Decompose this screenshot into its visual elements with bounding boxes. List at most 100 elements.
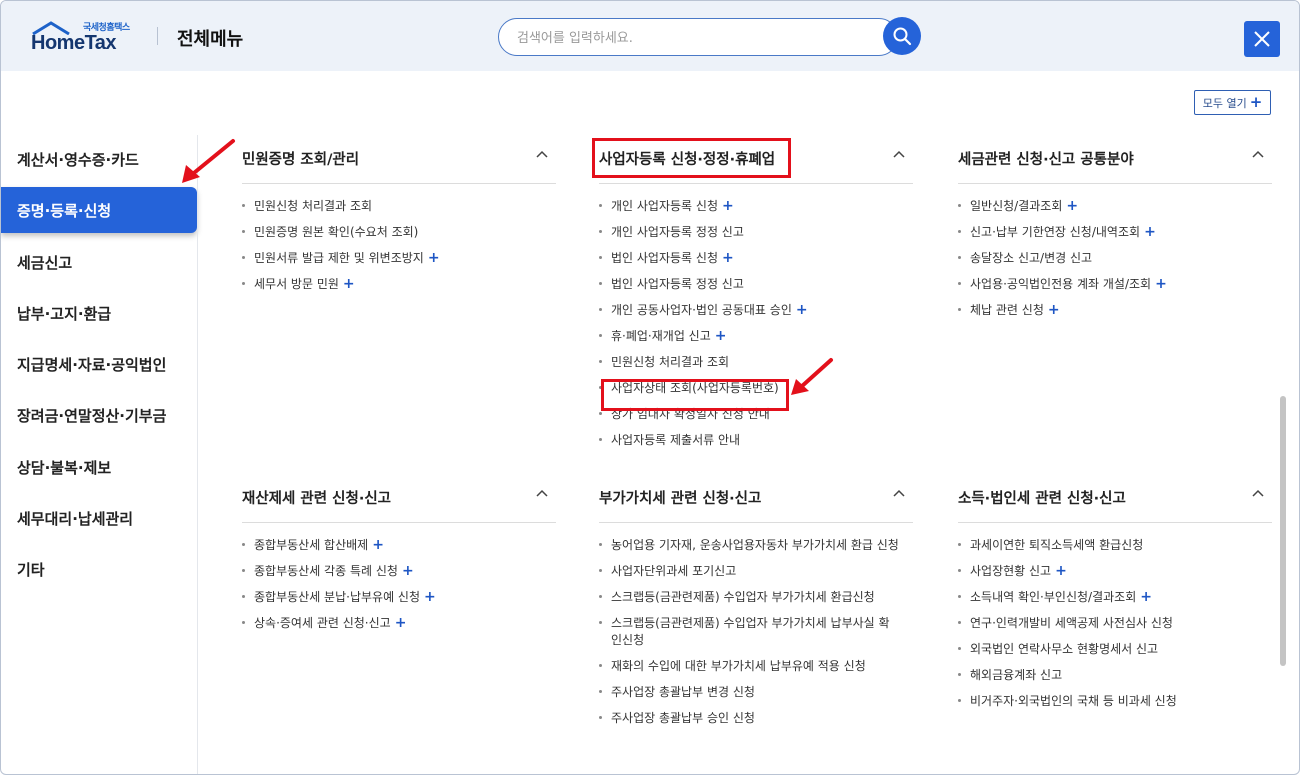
list-item[interactable]: 개인 사업자등록 신청 + (599, 198, 913, 215)
highlight-box-section-title (592, 138, 791, 178)
list-item[interactable]: 휴·폐업·재개업 신고 + (599, 328, 913, 345)
plus-icon[interactable]: + (1144, 224, 1156, 240)
search-button[interactable] (883, 17, 921, 55)
list-item[interactable]: 개인 사업자등록 정정 신고 (599, 224, 913, 241)
vertical-scrollbar[interactable] (1280, 396, 1286, 666)
list-item[interactable]: 주사업장 총괄납부 승인 신청 (599, 710, 913, 727)
list-item[interactable]: 과세이연한 퇴직소득세액 환급신청 (958, 537, 1272, 554)
section-header[interactable]: 재산제세 관련 신청·신고 (242, 473, 556, 523)
list-item[interactable]: 사업장현황 신고 + (958, 563, 1272, 580)
list-item[interactable]: 민원신청 처리결과 조회 (599, 354, 913, 371)
chevron-up-icon[interactable] (893, 489, 905, 497)
plus-icon[interactable]: + (1140, 589, 1152, 605)
search-icon (893, 27, 912, 46)
section-title: 재산제세 관련 신청·신고 (242, 491, 392, 507)
sidebar-item-certificates[interactable]: 증명·등록·신청 (1, 187, 197, 233)
list-item[interactable]: 세무서 방문 민원 + (242, 276, 556, 293)
sidebar-item-tax-agent[interactable]: 세무대리·납세관리 (1, 495, 197, 541)
chevron-up-icon[interactable] (1252, 150, 1264, 158)
section-links: 종합부동산세 합산배제 + 종합부동산세 각종 특례 신청 + 종합부동산세 분납·… (242, 523, 556, 632)
header-bar: 국세청홈택스 HomeTax 전체메뉴 (1, 1, 1299, 71)
chevron-up-icon[interactable] (1252, 489, 1264, 497)
plus-icon[interactable]: + (428, 250, 440, 266)
list-item[interactable]: 종합부동산세 분납·납부유예 신청 + (242, 589, 556, 606)
list-item[interactable]: 종합부동산세 합산배제 + (242, 537, 556, 554)
list-item[interactable]: 연구·인력개발비 세액공제 사전심사 신청 (958, 615, 1272, 632)
section-links: 일반신청/결과조회 + 신고·납부 기한연장 신청/내역조회 + 송달장소 신고/변… (958, 184, 1272, 319)
close-icon (1254, 31, 1270, 47)
plus-icon[interactable]: + (1048, 302, 1060, 318)
section-common-filing: 세금관련 신청·신고 공통분야 일반신청/결과조회 + 신고·납부 기한연장 신청… (958, 134, 1272, 328)
expand-all-label: 모두 열기 (1202, 96, 1247, 110)
plus-icon[interactable]: + (424, 589, 436, 605)
search-box (498, 18, 898, 56)
plus-icon[interactable]: + (796, 302, 808, 318)
list-item[interactable]: 종합부동산세 각종 특례 신청 + (242, 563, 556, 580)
section-links: 농어업용 기자재, 운송사업용자동차 부가가치세 환급 신청 사업자단위과세 포… (599, 523, 913, 727)
list-item[interactable]: 일반신청/결과조회 + (958, 198, 1272, 215)
plus-icon: + (1249, 93, 1263, 111)
list-item[interactable]: 민원증명 원본 확인(수요처 조회) (242, 224, 556, 241)
list-item[interactable]: 개인 공동사업자·법인 공동대표 승인 + (599, 302, 913, 319)
section-title: 세금관련 신청·신고 공통분야 (958, 152, 1134, 168)
list-item[interactable]: 사업자단위과세 포기신고 (599, 563, 913, 580)
sidebar-item-consultation[interactable]: 상담·불복·제보 (1, 444, 197, 490)
list-item[interactable]: 송달장소 신고/변경 신고 (958, 250, 1272, 267)
sidebar-item-incentives[interactable]: 장려금·연말정산·기부금 (1, 392, 197, 438)
page-title: 전체메뉴 (177, 29, 244, 50)
plus-icon[interactable]: + (722, 198, 734, 214)
section-header[interactable]: 부가가치세 관련 신청·신고 (599, 473, 913, 523)
list-item[interactable]: 스크랩등(금관련제품) 수입업자 부가가치세 환급신청 (599, 589, 913, 606)
section-civil-certificates: 민원증명 조회/관리 민원신청 처리결과 조회 민원증명 원본 확인(수요처 조… (242, 134, 556, 302)
sidebar-item-payment[interactable]: 납부·고지·환급 (1, 290, 197, 336)
list-item[interactable]: 민원신청 처리결과 조회 (242, 198, 556, 215)
chevron-up-icon[interactable] (536, 150, 548, 158)
sidebar-item-tax-filing[interactable]: 세금신고 (1, 239, 197, 285)
list-item[interactable]: 법인 사업자등록 신청 + (599, 250, 913, 267)
plus-icon[interactable]: + (1055, 563, 1067, 579)
list-item[interactable]: 민원서류 발급 제한 및 위변조방지 + (242, 250, 556, 267)
close-button[interactable] (1244, 21, 1280, 57)
plus-icon[interactable]: + (722, 250, 734, 266)
hometax-logo[interactable]: 국세청홈택스 HomeTax (31, 19, 141, 55)
plus-icon[interactable]: + (372, 537, 384, 553)
menu-window: 국세청홈택스 HomeTax 전체메뉴 모두 열기 + 계산서·영수증·카드 증… (0, 0, 1300, 775)
sidebar-item-statements[interactable]: 지급명세·자료·공익법인 (1, 341, 197, 387)
list-item[interactable]: 비거주자·외국법인의 국채 등 비과세 신청 (958, 693, 1272, 710)
plus-icon[interactable]: + (402, 563, 414, 579)
sidebar-item-receipts[interactable]: 계산서·영수증·카드 (1, 136, 197, 182)
sidebar-item-etc[interactable]: 기타 (1, 546, 197, 592)
list-item[interactable]: 해외금융계좌 신고 (958, 667, 1272, 684)
list-item[interactable]: 체납 관련 신청 + (958, 302, 1272, 319)
list-item[interactable]: 스크랩등(금관련제품) 수입업자 부가가치세 납부사실 확인신청 (599, 615, 899, 649)
red-arrow-icon (182, 139, 235, 183)
list-item[interactable]: 법인 사업자등록 정정 신고 (599, 276, 913, 293)
sidebar-divider (197, 135, 198, 774)
list-item[interactable]: 농어업용 기자재, 운송사업용자동차 부가가치세 환급 신청 (599, 537, 913, 554)
plus-icon[interactable]: + (715, 328, 727, 344)
list-item[interactable]: 상속·증여세 관련 신청·신고 + (242, 615, 556, 632)
list-item[interactable]: 사업용·공익법인전용 계좌 개설/조회 + (958, 276, 1272, 293)
plus-icon[interactable]: + (343, 276, 355, 292)
plus-icon[interactable]: + (1155, 276, 1167, 292)
section-header[interactable]: 소득·법인세 관련 신청·신고 (958, 473, 1272, 523)
list-item[interactable]: 사업자등록 제출서류 안내 (599, 432, 913, 449)
section-links: 과세이연한 퇴직소득세액 환급신청 사업장현황 신고 + 소득내역 확인·부인신청… (958, 523, 1272, 710)
chevron-up-icon[interactable] (536, 489, 548, 497)
expand-all-button[interactable]: 모두 열기 + (1194, 90, 1271, 115)
search-input[interactable] (517, 28, 857, 48)
list-item[interactable]: 재화의 수입에 대한 부가가치세 납부유예 적용 신청 (599, 658, 913, 675)
plus-icon[interactable]: + (395, 615, 407, 631)
list-item[interactable]: 신고·납부 기한연장 신청/내역조회 + (958, 224, 1272, 241)
section-property-tax: 재산제세 관련 신청·신고 종합부동산세 합산배제 + 종합부동산세 각종 특례 … (242, 473, 556, 641)
list-item[interactable]: 주사업장 총괄납부 변경 신청 (599, 684, 913, 701)
section-header[interactable]: 민원증명 조회/관리 (242, 134, 556, 184)
chevron-up-icon[interactable] (893, 150, 905, 158)
highlight-box-business-status (601, 379, 789, 411)
red-arrow-icon (791, 358, 833, 395)
section-vat: 부가가치세 관련 신청·신고 농어업용 기자재, 운송사업용자동차 부가가치세 … (599, 473, 913, 736)
plus-icon[interactable]: + (1066, 198, 1078, 214)
list-item[interactable]: 외국법인 연락사무소 현황명세서 신고 (958, 641, 1272, 658)
list-item[interactable]: 소득내역 확인·부인신청/결과조회 + (958, 589, 1272, 606)
section-header[interactable]: 세금관련 신청·신고 공통분야 (958, 134, 1272, 184)
